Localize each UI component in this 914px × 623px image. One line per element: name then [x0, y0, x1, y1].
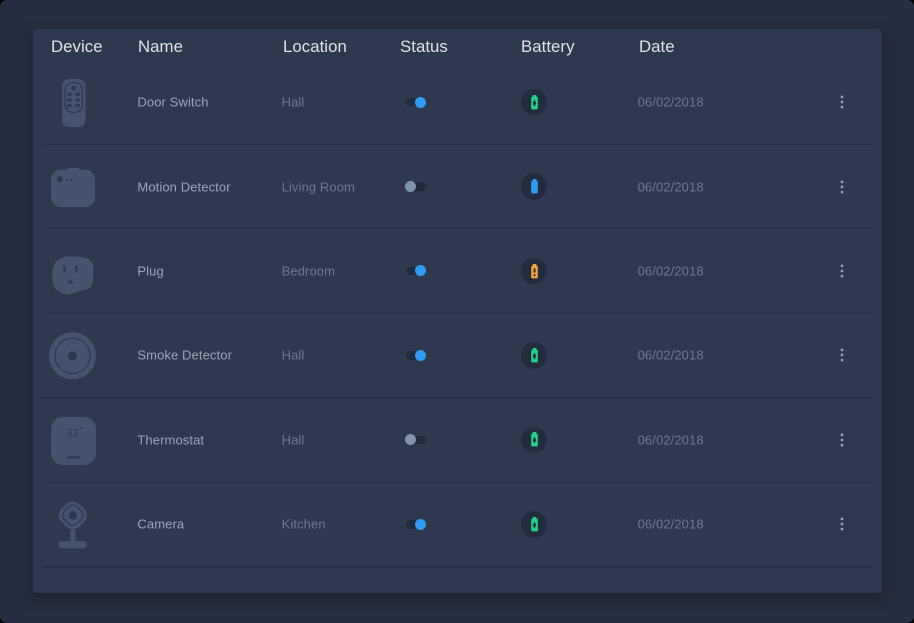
svg-text:32: 32	[67, 427, 79, 439]
